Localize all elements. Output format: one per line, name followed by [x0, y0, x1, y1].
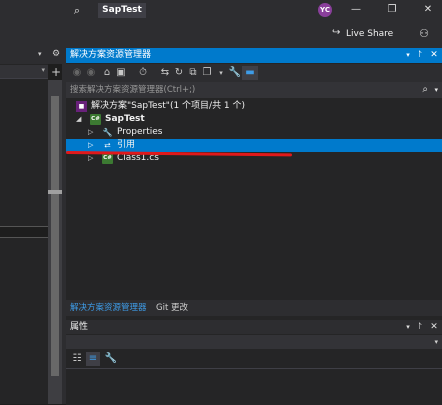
properties-title-bar: 属性 ▾ ⨡ ✕: [66, 320, 442, 334]
wrench-icon: 🔧: [102, 128, 113, 137]
chevron-down-icon[interactable]: ▾: [402, 48, 414, 63]
solution-explorer-title: 解决方案资源管理器: [70, 50, 152, 60]
collapse-all-icon[interactable]: ⧉: [186, 66, 200, 80]
solution-explorer-title-bar: 解决方案资源管理器 ▾ ⨡ ✕: [66, 48, 442, 63]
show-all-files-icon[interactable]: ❐: [200, 66, 214, 80]
properties-wrench-icon[interactable]: 🔧: [228, 66, 242, 80]
tree-item-references[interactable]: ▷ ⮂ 引用: [66, 139, 442, 152]
solution-explorer-search[interactable]: 搜索解决方案资源管理器(Ctrl+;) ⌕ ▾: [66, 82, 442, 98]
minimize-button[interactable]: —: [346, 3, 366, 17]
editor-split-box: [0, 226, 49, 238]
collapse-arrow-icon[interactable]: ▷: [88, 126, 93, 139]
chevron-down-icon[interactable]: ▾: [402, 320, 414, 334]
back-icon[interactable]: ◉: [70, 66, 84, 80]
forward-icon[interactable]: ◉: [84, 66, 98, 80]
tab-git-changes[interactable]: Git 更改: [156, 300, 188, 316]
properties-title: 属性: [70, 322, 89, 332]
tree-item-label: 解决方案"SapTest"(1 个项目/共 1 个): [91, 101, 246, 111]
categorized-icon[interactable]: ☷: [70, 352, 84, 366]
properties-grid: [66, 368, 442, 405]
tree-item-properties[interactable]: ▷ 🔧 Properties: [66, 126, 442, 139]
tree-item-label: SapTest: [105, 114, 145, 124]
refresh-icon[interactable]: ↻: [172, 66, 186, 80]
chevron-down-icon[interactable]: ▾: [434, 82, 438, 98]
pin-icon[interactable]: ⨡: [414, 48, 426, 63]
live-share-icon: ↪: [332, 27, 341, 38]
close-icon[interactable]: ✕: [428, 48, 440, 63]
csharp-project-icon: C#: [90, 114, 101, 125]
solution-name-badge: SapTest: [98, 3, 146, 18]
tree-item-label: 引用: [117, 140, 136, 150]
scrollbar-thumb[interactable]: [51, 96, 59, 376]
split-add-icon[interactable]: +: [50, 66, 62, 78]
pending-changes-filter-icon[interactable]: ⏱: [136, 66, 150, 80]
chevron-down-icon: ▾: [434, 338, 438, 346]
home-icon[interactable]: ⌂: [100, 66, 114, 80]
switch-views-icon[interactable]: ▣: [114, 66, 128, 80]
live-share-button[interactable]: Live Share: [346, 27, 393, 41]
feedback-icon[interactable]: ⚇: [416, 26, 432, 42]
search-icon[interactable]: ⌕: [422, 82, 428, 98]
tree-item-solution[interactable]: ■ 解决方案"SapTest"(1 个项目/共 1 个): [66, 100, 442, 113]
close-button[interactable]: ✕: [418, 3, 438, 17]
property-pages-icon[interactable]: 🔧: [104, 352, 118, 366]
avatar[interactable]: YC: [318, 3, 332, 17]
chevron-down-icon[interactable]: ▾: [214, 66, 228, 80]
solution-icon: ■: [76, 101, 87, 112]
explorer-tab-strip: 解决方案资源管理器 Git 更改: [66, 300, 442, 316]
scrollbar-marker: [48, 190, 62, 194]
chevron-down-icon[interactable]: ▾: [38, 50, 42, 58]
title-bar: [0, 0, 442, 22]
solution-explorer-toolbar: ◉ ◉ ⌂ ▣ ⏱ ⇆ ↻ ⧉ ❐ ▾ 🔧 ▬: [66, 64, 442, 82]
tab-solution-explorer[interactable]: 解决方案资源管理器: [70, 300, 147, 316]
tree-item-label: Properties: [117, 127, 163, 137]
properties-object-selector[interactable]: ▾: [66, 335, 442, 349]
preview-selected-items-icon[interactable]: ▬: [242, 66, 258, 80]
expand-arrow-icon[interactable]: ◢: [76, 113, 81, 126]
search-placeholder: 搜索解决方案资源管理器(Ctrl+;): [70, 85, 196, 95]
search-icon[interactable]: ⌕: [70, 4, 84, 18]
editor-navigation-dropdown[interactable]: ▾: [0, 65, 48, 79]
properties-toolbar: ☷ ≡ 🔧: [66, 350, 442, 368]
editor-header: ▾ ⚙: [0, 48, 64, 64]
restore-button[interactable]: ❐: [382, 3, 402, 17]
alphabetical-icon[interactable]: ≡: [86, 352, 100, 366]
pin-icon[interactable]: ⨡: [414, 320, 426, 334]
chevron-down-icon: ▾: [41, 66, 45, 74]
sync-icon[interactable]: ⇆: [158, 66, 172, 80]
collapse-arrow-icon[interactable]: ▷: [88, 139, 93, 152]
references-icon: ⮂: [104, 141, 111, 150]
gear-icon[interactable]: ⚙: [52, 49, 60, 59]
tree-item-project[interactable]: ◢ C# SapTest: [66, 113, 442, 126]
close-icon[interactable]: ✕: [428, 320, 440, 334]
csharp-file-icon: C#: [102, 153, 113, 164]
